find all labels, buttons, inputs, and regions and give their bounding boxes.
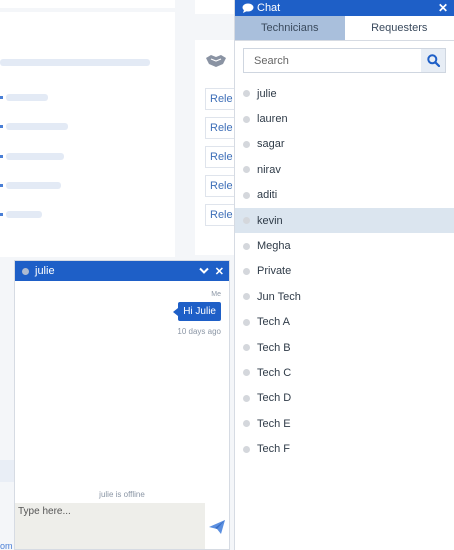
status-offline-icon	[243, 166, 250, 174]
background-topbar	[0, 0, 175, 8]
paper-plane-icon	[209, 519, 225, 534]
compose-bar	[15, 503, 229, 550]
background-footer-text: om	[0, 541, 13, 550]
close-icon[interactable]: ✕	[438, 1, 448, 15]
contact-item[interactable]: Tech F	[235, 436, 454, 461]
status-offline-icon	[243, 344, 250, 352]
background-bullet	[0, 155, 3, 158]
contact-item[interactable]: Tech A	[235, 310, 454, 335]
background-ghost-line	[6, 182, 61, 189]
contact-name: aditi	[257, 189, 278, 202]
contact-item[interactable]: aditi	[235, 183, 454, 208]
status-offline-icon	[243, 115, 250, 123]
contact-item[interactable]: kevin	[235, 207, 454, 234]
status-offline-icon	[243, 140, 250, 148]
contact-item[interactable]: Megha	[235, 233, 454, 258]
contact-name: Tech D	[257, 392, 292, 405]
contact-item[interactable]: nirav	[235, 157, 454, 182]
contact-item[interactable]: lauren	[235, 106, 454, 131]
contact-name: sagar	[257, 138, 285, 151]
chat-bubble-icon	[242, 3, 254, 13]
contact-item[interactable]: Tech C	[235, 360, 454, 385]
contact-name: Tech E	[257, 417, 291, 430]
offline-notice: julie is offline	[99, 490, 145, 499]
contact-item[interactable]: Tech E	[235, 411, 454, 436]
background-bullet	[0, 213, 3, 216]
background-ghost-line	[6, 211, 42, 218]
status-offline-icon	[243, 217, 250, 225]
search-input[interactable]	[244, 49, 421, 72]
release-button: Rele	[205, 204, 235, 226]
status-offline-icon	[243, 369, 250, 377]
status-offline-icon	[243, 318, 250, 326]
status-offline-icon	[243, 293, 250, 301]
status-offline-icon	[243, 191, 250, 199]
contact-name: Tech B	[257, 341, 291, 354]
status-offline-icon	[22, 267, 29, 275]
contact-name: Tech C	[257, 366, 292, 379]
chat-panel-title: Chat	[257, 2, 281, 14]
release-button: Rele	[205, 88, 235, 110]
contact-name: nirav	[257, 163, 281, 176]
conversation-contact-name: julie	[35, 265, 55, 277]
contact-name: Jun Tech	[257, 290, 301, 303]
tab-requesters[interactable]: Requesters	[345, 16, 454, 40]
contact-name: Tech A	[257, 316, 291, 329]
status-offline-icon	[243, 90, 250, 98]
status-offline-icon	[243, 242, 250, 250]
release-button: Rele	[205, 175, 235, 197]
background-strip	[0, 460, 14, 482]
search-icon	[426, 54, 440, 67]
background-ghost-line	[6, 153, 64, 160]
background-sidebar	[0, 12, 175, 257]
send-button[interactable]	[205, 503, 229, 550]
background-ghost-line	[6, 123, 68, 130]
release-button: Rele	[205, 146, 235, 168]
message-time: 10 days ago	[177, 327, 221, 336]
background-bullet	[0, 96, 3, 99]
status-offline-icon	[243, 420, 250, 428]
chevron-down-icon[interactable]	[199, 267, 209, 275]
status-offline-icon	[243, 394, 250, 402]
background-bullet	[0, 125, 3, 128]
contact-search	[243, 48, 446, 73]
contact-item[interactable]: Private	[235, 259, 454, 284]
contact-item[interactable]: sagar	[235, 132, 454, 157]
contact-item[interactable]: Tech B	[235, 335, 454, 360]
contact-name: Tech F	[257, 443, 291, 456]
release-button: Rele	[205, 117, 235, 139]
background-ghost-line	[0, 59, 150, 66]
contact-item[interactable]: Tech D	[235, 386, 454, 411]
close-icon[interactable]: ✕	[215, 265, 224, 278]
background-bullet	[0, 184, 3, 187]
handshake-icon	[206, 55, 226, 67]
tab-technicians[interactable]: Technicians	[235, 16, 345, 40]
contact-name: Megha	[257, 240, 291, 253]
contact-name: julie	[257, 87, 277, 100]
status-offline-icon	[243, 267, 250, 275]
conversation-window: julie ✕ Me Hi Julie 10 days ago julie is…	[14, 260, 230, 550]
chat-panel: Chat ✕ Technicians Requesters julie laur…	[234, 0, 454, 550]
contact-name: lauren	[257, 113, 288, 126]
background-topbar-right	[195, 0, 235, 14]
chat-tabs: Technicians Requesters	[235, 16, 454, 41]
message-area: Me Hi Julie 10 days ago julie is offline	[15, 281, 229, 503]
status-offline-icon	[243, 445, 250, 453]
search-button[interactable]	[421, 49, 445, 72]
chat-panel-header: Chat ✕	[235, 0, 454, 16]
message-sender: Me	[211, 291, 221, 298]
message-bubble: Hi Julie	[173, 302, 221, 321]
contact-item[interactable]: julie	[235, 81, 454, 106]
message-input[interactable]	[15, 503, 205, 549]
contact-list: julie lauren sagar nirav aditi kevin Meg…	[235, 81, 454, 462]
background-ghost-line	[6, 94, 48, 101]
contact-item[interactable]: Jun Tech	[235, 284, 454, 309]
contact-name: kevin	[257, 214, 283, 227]
contact-name: Private	[257, 265, 292, 278]
conversation-header[interactable]: julie ✕	[15, 261, 229, 281]
